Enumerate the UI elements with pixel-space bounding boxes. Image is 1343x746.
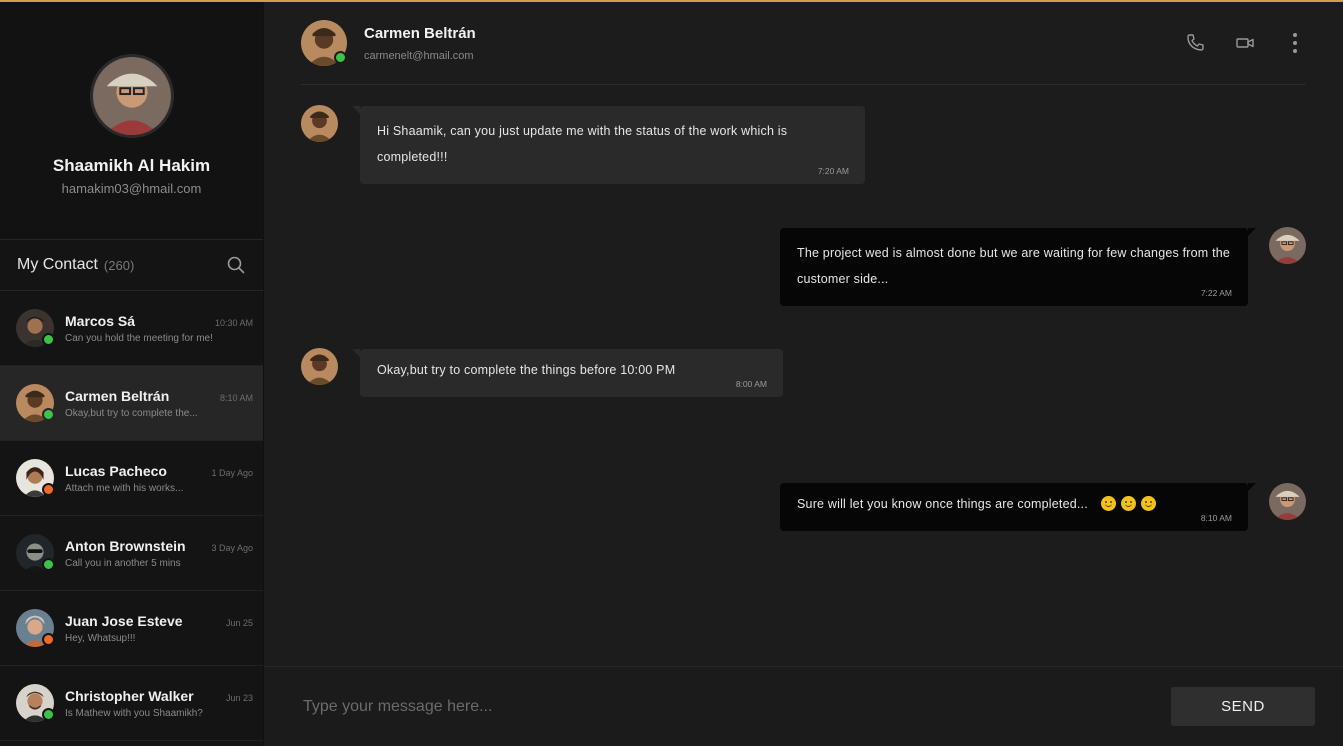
chat-panel: Carmen Beltrán carmenelt@hmail.com Hi Sh… <box>264 2 1343 746</box>
contact-item[interactable]: Juan Jose Esteve Jun 25 Hey, Whatsup!!! <box>0 591 263 666</box>
search-icon[interactable] <box>227 256 245 274</box>
contact-name: Marcos Sá <box>65 312 136 329</box>
contact-name: Christopher Walker <box>65 687 194 704</box>
contact-time: Jun 23 <box>225 692 253 703</box>
more-options-icon[interactable] <box>1284 32 1306 54</box>
message-bubble-incoming: Hi Shaamik, can you just update me with … <box>352 106 865 184</box>
status-away-dot <box>42 483 55 496</box>
contact-time: Jun 25 <box>225 617 253 628</box>
status-away-dot <box>42 633 55 646</box>
phone-call-icon[interactable] <box>1184 32 1206 54</box>
contact-name: Carmen Beltrán <box>65 387 170 404</box>
video-call-icon[interactable] <box>1234 32 1256 54</box>
sidebar: Shaamikh Al Hakim hamakim03@hmail.com My… <box>0 2 264 746</box>
smiley-emoji-icon <box>1140 496 1156 511</box>
contacts-count: (260) <box>103 257 135 273</box>
message-time: 7:20 AM <box>817 166 849 176</box>
message-avatar <box>1269 483 1306 520</box>
user-avatar[interactable] <box>89 54 174 138</box>
smiley-emoji-icon <box>1100 496 1116 511</box>
contact-preview: Attach me with his works... <box>65 482 184 494</box>
contact-time: 10:30 AM <box>214 317 253 328</box>
contact-time: 1 Day Ago <box>211 467 253 478</box>
contact-item[interactable]: Marcos Sá 10:30 AM Can you hold the meeti… <box>0 291 263 366</box>
contacts-header: My Contact (260) <box>0 240 263 291</box>
message-avatar <box>1269 227 1306 264</box>
message-avatar <box>301 348 338 385</box>
contact-list: Marcos Sá 10:30 AM Can you hold the meeti… <box>0 291 263 746</box>
contact-time: 8:10 AM <box>219 392 253 403</box>
contact-preview: Okay,but try to complete the... <box>65 407 198 419</box>
contact-item-active[interactable]: Carmen Beltrán 8:10 AM Okay,but try to co… <box>0 366 263 441</box>
status-online-dot <box>42 558 55 571</box>
user-name: Shaamikh Al Hakim <box>52 156 211 175</box>
contacts-title: My Contact <box>17 256 98 273</box>
message-input[interactable] <box>301 696 1171 717</box>
contact-name: Juan Jose Esteve <box>65 612 183 629</box>
contact-name: Lucas Pacheco <box>65 462 167 479</box>
user-profile: Shaamikh Al Hakim hamakim03@hmail.com <box>0 2 263 240</box>
contact-preview: Can you hold the meeting for me! <box>65 332 213 344</box>
send-button[interactable]: SEND <box>1171 687 1315 726</box>
status-online-dot <box>334 51 347 64</box>
user-email: hamakim03@hmail.com <box>61 181 202 196</box>
contact-preview: Is Mathew with you Shaamikh? <box>65 707 203 719</box>
chat-contact-email: carmenelt@hmail.com <box>364 49 474 62</box>
contact-preview: Call you in another 5 mins <box>65 557 181 569</box>
contact-time: 3 Day Ago <box>211 542 253 553</box>
contact-preview: Hey, Whatsup!!! <box>65 632 136 644</box>
status-online-dot <box>42 408 55 421</box>
contact-item[interactable]: Christopher Walker Jun 23 Is Mathew with … <box>0 666 263 741</box>
chat-app: Shaamikh Al Hakim hamakim03@hmail.com My… <box>0 0 1343 746</box>
status-online-dot <box>42 708 55 721</box>
contact-item[interactable]: Anton Brownstein 3 Day Ago Call you in an… <box>0 516 263 591</box>
contact-item[interactable]: Lucas Pacheco 1 Day Ago Attach me with hi… <box>0 441 263 516</box>
message-bubble-outgoing: Sure will let you know once things are c… <box>780 483 1256 531</box>
message-text: Sure will let you know once things are c… <box>797 497 1088 511</box>
message-thread: Hi Shaamik, can you just update me with … <box>264 85 1343 666</box>
message-text: The project wed is almost done but we ar… <box>797 246 1231 286</box>
contact-name: Anton Brownstein <box>65 537 186 554</box>
message-avatar <box>301 105 338 142</box>
smiley-emoji-icon <box>1120 496 1136 511</box>
message-bubble-incoming: Okay,but try to complete the things befo… <box>352 349 783 397</box>
chat-header: Carmen Beltrán carmenelt@hmail.com <box>301 2 1306 85</box>
message-bubble-outgoing: The project wed is almost done but we ar… <box>780 228 1256 306</box>
status-online-dot <box>42 333 55 346</box>
chat-contact-name: Carmen Beltrán <box>364 24 476 42</box>
message-text: Hi Shaamik, can you just update me with … <box>377 124 788 164</box>
message-composer: SEND <box>264 666 1343 746</box>
